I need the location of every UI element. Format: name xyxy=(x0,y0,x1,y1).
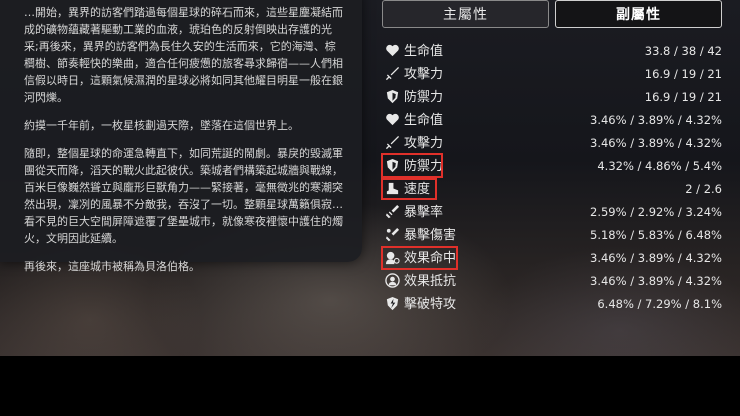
stat-name: 生命值 xyxy=(404,113,444,128)
stat-row-effect-res: 效果抵抗 3.46% / 3.89% / 4.32% xyxy=(382,270,728,293)
stat-value: 4.32% / 4.86% / 5.4% xyxy=(597,159,722,173)
sword-icon xyxy=(384,134,401,151)
stat-name: 暴擊率 xyxy=(404,205,444,220)
stat-name: 速度 xyxy=(404,182,431,197)
stat-row-def: 防禦力 16.9 / 19 / 21 xyxy=(382,86,728,109)
stat-name: 效果抵抗 xyxy=(404,274,457,289)
shield-icon xyxy=(384,88,401,105)
stat-value: 3.46% / 3.89% / 4.32% xyxy=(590,136,722,150)
stat-value: 6.48% / 7.29% / 8.1% xyxy=(597,297,722,311)
stat-name: 防禦力 xyxy=(404,159,444,174)
stat-row-atk: 攻擊力 16.9 / 19 / 21 xyxy=(382,63,728,86)
stat-row-def-percent: 防禦力 4.32% / 4.86% / 5.4% xyxy=(382,155,728,178)
heart-icon xyxy=(384,42,401,59)
lore-panel: …開始，異界的訪客們踏過每個星球的碎石而來，這些星塵凝結而成的礦物蘊藏著驅動工業… xyxy=(0,0,362,273)
effect-hit-icon xyxy=(384,249,401,266)
stat-name: 攻擊力 xyxy=(404,67,444,82)
stat-value: 33.8 / 38 / 42 xyxy=(644,44,722,58)
lore-paragraph: 再後來，這座城市被稱為貝洛伯格。 xyxy=(24,260,200,273)
stat-row-crit-rate: 暴擊率 2.59% / 2.92% / 3.24% xyxy=(382,201,728,224)
stat-name: 防禦力 xyxy=(404,90,444,105)
tab-sub-stats[interactable]: 副屬性 xyxy=(555,0,722,28)
stat-value: 5.18% / 5.83% / 6.48% xyxy=(590,228,722,242)
lore-paragraph: 約摸一千年前，一枚星核劃過天際，墜落在這個世界上。 xyxy=(24,119,299,132)
attribute-tabs: 主屬性 副屬性 xyxy=(382,0,724,30)
stat-row-hp-percent: 生命值 3.46% / 3.89% / 4.32% xyxy=(382,109,728,132)
shield-icon xyxy=(384,157,401,174)
stat-row-spd: 速度 2 / 2.6 xyxy=(382,178,728,201)
stat-value: 3.46% / 3.89% / 4.32% xyxy=(590,274,722,288)
stat-value: 2 / 2.6 xyxy=(685,182,722,196)
crit-rate-icon xyxy=(384,203,401,220)
stat-name: 生命值 xyxy=(404,44,444,59)
stat-value: 16.9 / 19 / 21 xyxy=(644,67,722,81)
effect-res-icon xyxy=(384,272,401,289)
lore-paragraph: 隨即，整個星球的命運急轉直下，如同荒誕的鬧劇。暴戾的毀滅軍團從天而降，滔天的戰火… xyxy=(24,147,343,245)
stat-row-crit-dmg: 暴擊傷害 5.18% / 5.83% / 6.48% xyxy=(382,224,728,247)
stat-value: 3.46% / 3.89% / 4.32% xyxy=(590,113,722,127)
heart-icon xyxy=(384,111,401,128)
stat-name: 暴擊傷害 xyxy=(404,228,457,243)
substat-list: 生命值 33.8 / 38 / 42 攻擊力 16.9 / 19 / 21 防禦… xyxy=(382,40,728,316)
crit-damage-icon xyxy=(384,226,401,243)
stat-name: 效果命中 xyxy=(404,251,457,266)
stat-name: 擊破特攻 xyxy=(404,297,457,312)
game-background: …開始，異界的訪客們踏過每個星球的碎石而來，這些星塵凝結而成的礦物蘊藏著驅動工業… xyxy=(0,0,740,356)
stat-row-break-effect: 擊破特攻 6.48% / 7.29% / 8.1% xyxy=(382,293,728,316)
boot-icon xyxy=(384,180,401,197)
stat-value: 2.59% / 2.92% / 3.24% xyxy=(590,205,722,219)
stat-row-effect-hit: 效果命中 3.46% / 3.89% / 4.32% xyxy=(382,247,728,270)
lore-paragraph: …開始，異界的訪客們踏過每個星球的碎石而來，這些星塵凝結而成的礦物蘊藏著驅動工業… xyxy=(24,6,343,104)
stat-row-atk-percent: 攻擊力 3.46% / 3.89% / 4.32% xyxy=(382,132,728,155)
stat-value: 3.46% / 3.89% / 4.32% xyxy=(590,251,722,265)
break-effect-icon xyxy=(384,295,401,312)
sword-icon xyxy=(384,65,401,82)
stat-name: 攻擊力 xyxy=(404,136,444,151)
tab-main-stats[interactable]: 主屬性 xyxy=(382,0,549,28)
stat-value: 16.9 / 19 / 21 xyxy=(644,90,722,104)
stat-row-hp: 生命值 33.8 / 38 / 42 xyxy=(382,40,728,63)
